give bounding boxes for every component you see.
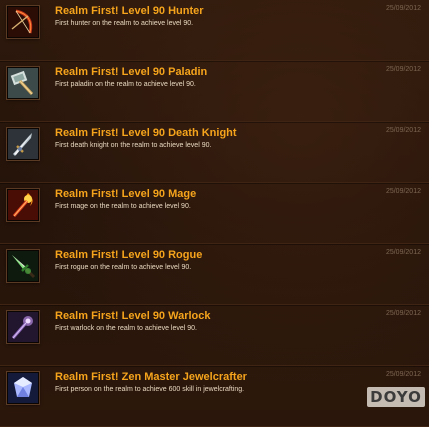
mage-fire-staff-icon: [7, 189, 39, 221]
achievement-row[interactable]: Realm First! Level 90 Paladin First pala…: [0, 61, 429, 122]
rogue-dagger-icon: [7, 250, 39, 282]
achievement-description: First hunter on the realm to achieve lev…: [55, 20, 194, 27]
achievement-row[interactable]: Realm First! Level 90 Warlock First warl…: [0, 305, 429, 366]
achievement-description: First mage on the realm to achieve level…: [55, 203, 191, 210]
achievement-title: Realm First! Level 90 Death Knight: [55, 127, 237, 139]
achievement-date: 25/09/2012: [385, 66, 421, 73]
achievement-row[interactable]: Realm First! Level 90 Rogue First rogue …: [0, 244, 429, 305]
achievement-date: 25/09/2012: [385, 188, 421, 195]
jewel-gem-icon: [7, 372, 39, 404]
achievement-date: 25/09/2012: [385, 127, 421, 134]
death-knight-sword-icon: [7, 128, 39, 160]
achievement-row[interactable]: Realm First! Level 90 Hunter First hunte…: [0, 0, 429, 61]
achievement-title: Realm First! Level 90 Mage: [55, 188, 197, 200]
achievement-description: First paladin on the realm to achieve le…: [55, 81, 196, 88]
paladin-hammer-icon: [7, 67, 39, 99]
achievement-title: Realm First! Level 90 Hunter: [55, 5, 204, 17]
warlock-staff-icon: [7, 311, 39, 343]
achievement-row[interactable]: Realm First! Zen Master Jewelcrafter Fir…: [0, 366, 429, 427]
achievement-row[interactable]: Realm First! Level 90 Mage First mage on…: [0, 183, 429, 244]
achievement-date: 25/09/2012: [385, 5, 421, 12]
achievement-list: Realm First! Level 90 Hunter First hunte…: [0, 0, 429, 427]
achievement-title: Realm First! Zen Master Jewelcrafter: [55, 371, 247, 383]
achievement-date: 25/09/2012: [385, 249, 421, 256]
hunter-bow-icon: [7, 6, 39, 38]
doyo-watermark: DOYO: [367, 387, 425, 407]
achievement-description: First person on the realm to achieve 600…: [55, 386, 245, 393]
achievement-description: First rogue on the realm to achieve leve…: [55, 264, 192, 271]
achievement-title: Realm First! Level 90 Rogue: [55, 249, 203, 261]
achievement-description: First death knight on the realm to achie…: [55, 142, 212, 149]
achievement-date: 25/09/2012: [385, 310, 421, 317]
achievement-title: Realm First! Level 90 Warlock: [55, 310, 211, 322]
achievement-date: 25/09/2012: [385, 371, 421, 378]
achievement-description: First warlock on the realm to achieve le…: [55, 325, 198, 332]
achievement-title: Realm First! Level 90 Paladin: [55, 66, 208, 78]
achievement-row[interactable]: Realm First! Level 90 Death Knight First…: [0, 122, 429, 183]
